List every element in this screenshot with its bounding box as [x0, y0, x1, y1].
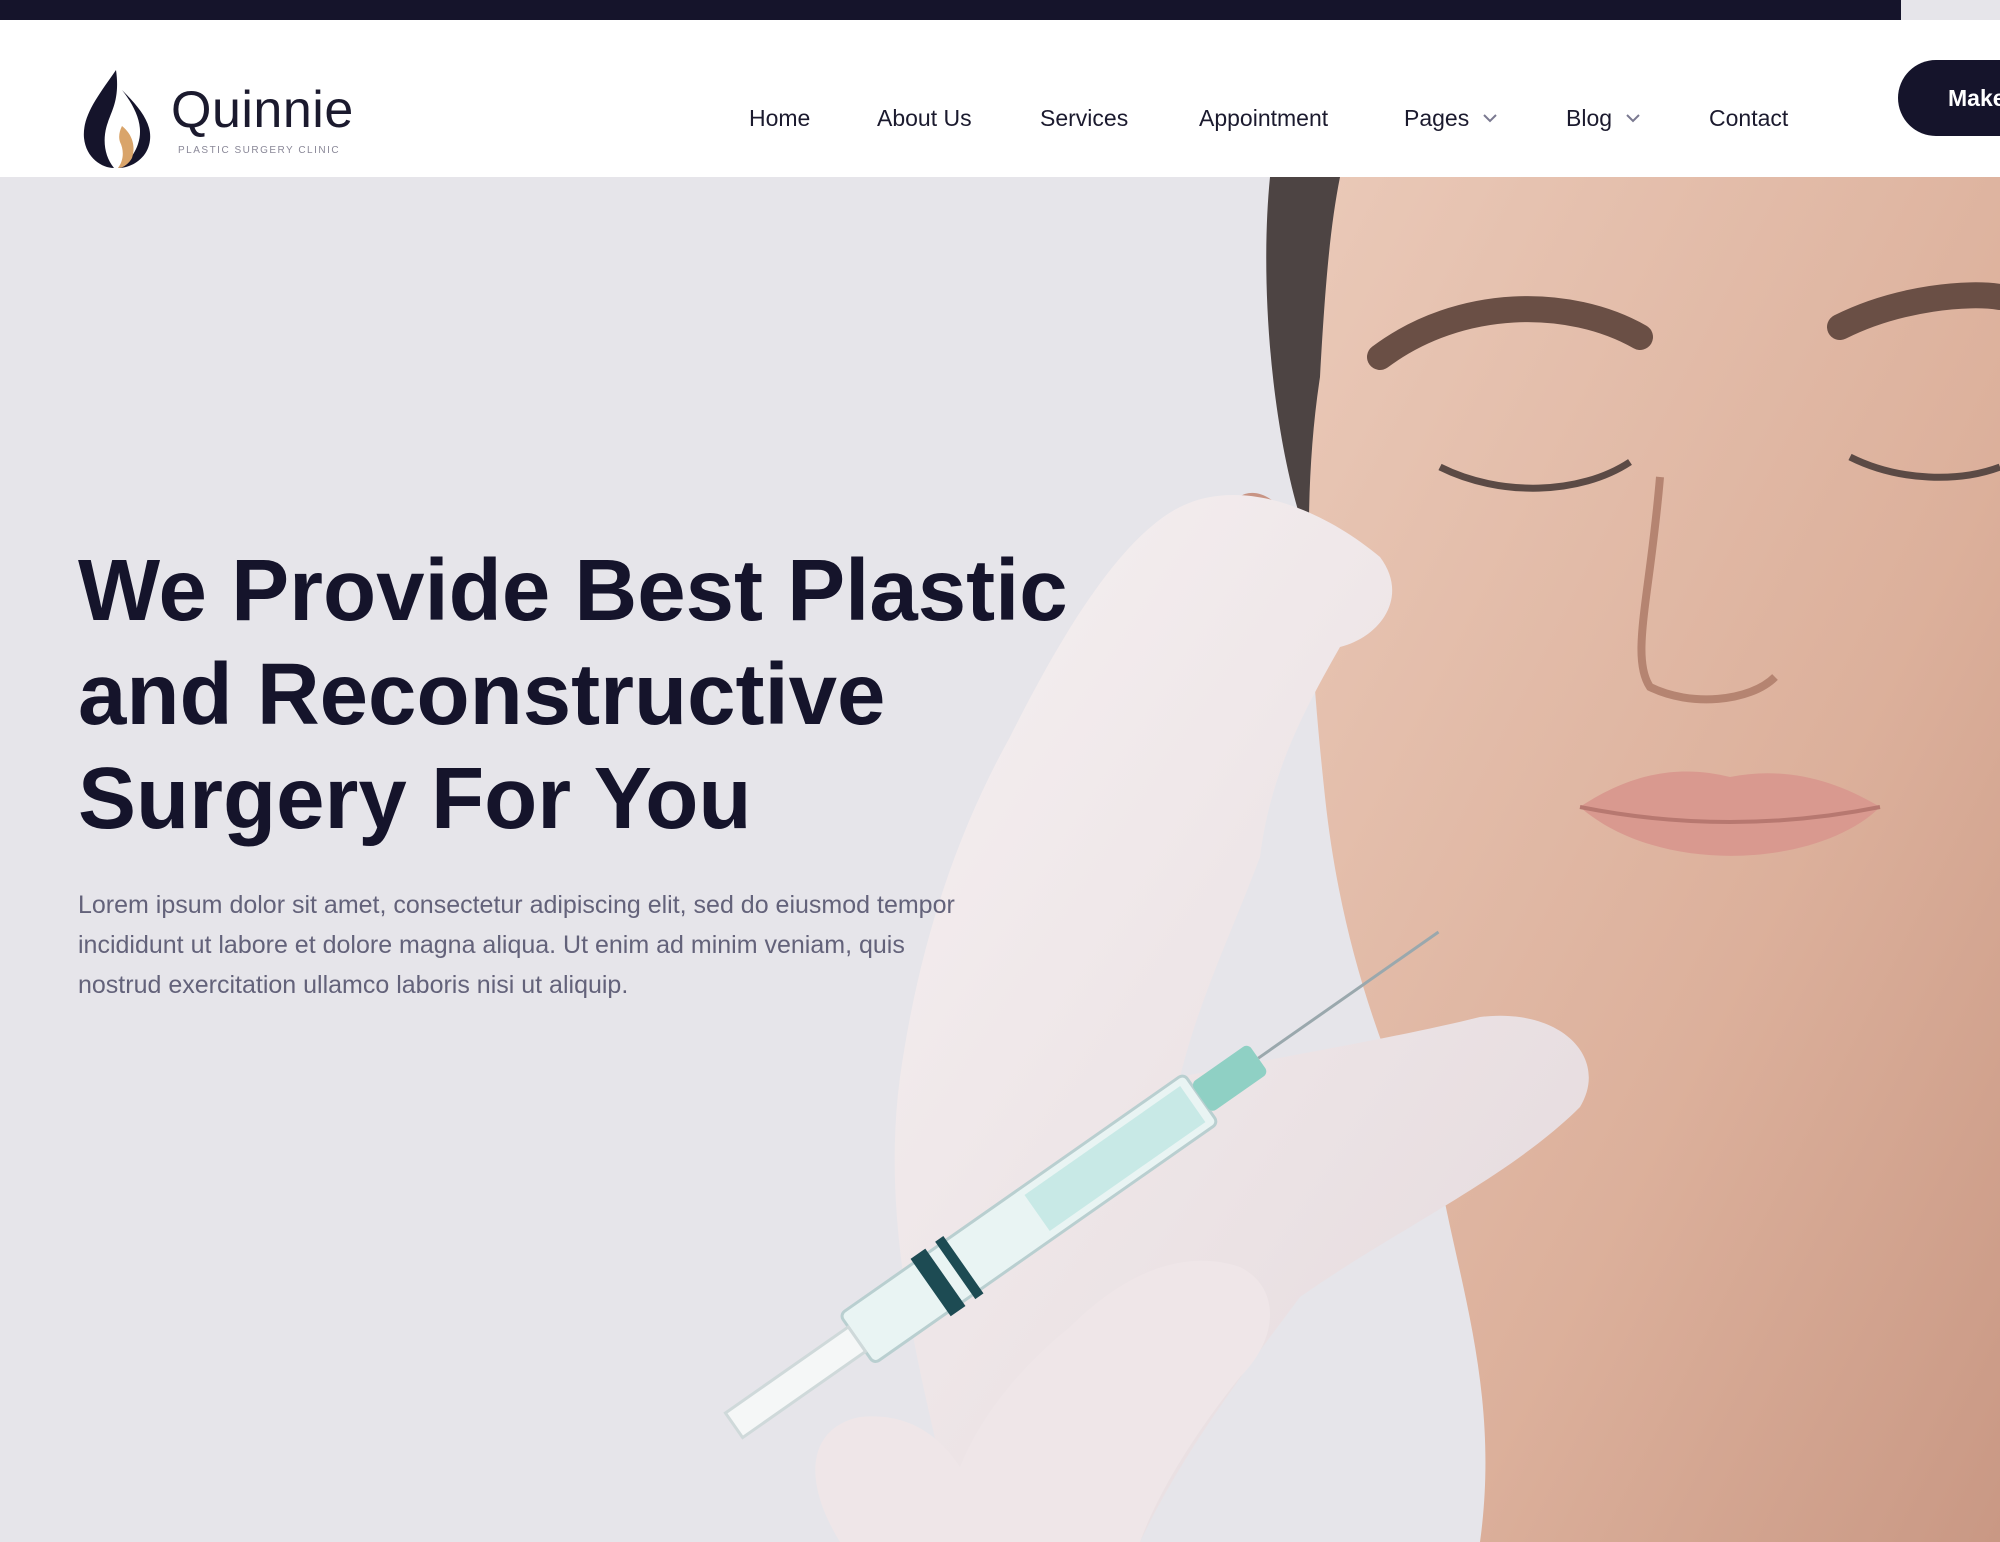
nav-label: Contact: [1709, 105, 1789, 131]
chevron-down-icon: [1626, 114, 1640, 123]
nav-label: Appointment: [1199, 105, 1329, 131]
nav-about-us[interactable]: About Us: [877, 104, 972, 132]
brand-name[interactable]: Quinnie: [171, 82, 354, 138]
hero-headline: We Provide Best Plastic and Reconstructi…: [78, 542, 1068, 847]
nav-pages[interactable]: Pages: [1404, 104, 1499, 132]
logo-flame-icon[interactable]: [78, 68, 160, 170]
nav-blog[interactable]: Blog: [1566, 104, 1642, 132]
nav-services[interactable]: Services: [1040, 104, 1128, 132]
site-header: Quinnie PLASTIC SURGERY CLINIC Home Abou…: [0, 20, 2000, 177]
brand-tagline: PLASTIC SURGERY CLINIC: [178, 145, 341, 156]
nav-label: Home: [749, 105, 811, 131]
hero-description: Lorem ipsum dolor sit amet, consectetur …: [78, 891, 955, 999]
hero-photo: [723, 177, 2000, 1542]
nav-appointment[interactable]: Appointment: [1199, 104, 1328, 132]
chevron-down-icon: [1483, 114, 1497, 123]
nav-label: Blog: [1566, 105, 1613, 131]
nav-home[interactable]: Home: [749, 104, 810, 132]
nav-label: Services: [1040, 105, 1129, 131]
hero-section: We Provide Best Plastic and Reconstructi…: [0, 177, 2000, 1542]
nav-label: Pages: [1404, 105, 1470, 131]
make-appointment-button[interactable]: Make: [1898, 60, 2000, 136]
nav-label: About Us: [877, 105, 972, 131]
nav-contact[interactable]: Contact: [1709, 104, 1788, 132]
top-strip: [0, 0, 1901, 20]
